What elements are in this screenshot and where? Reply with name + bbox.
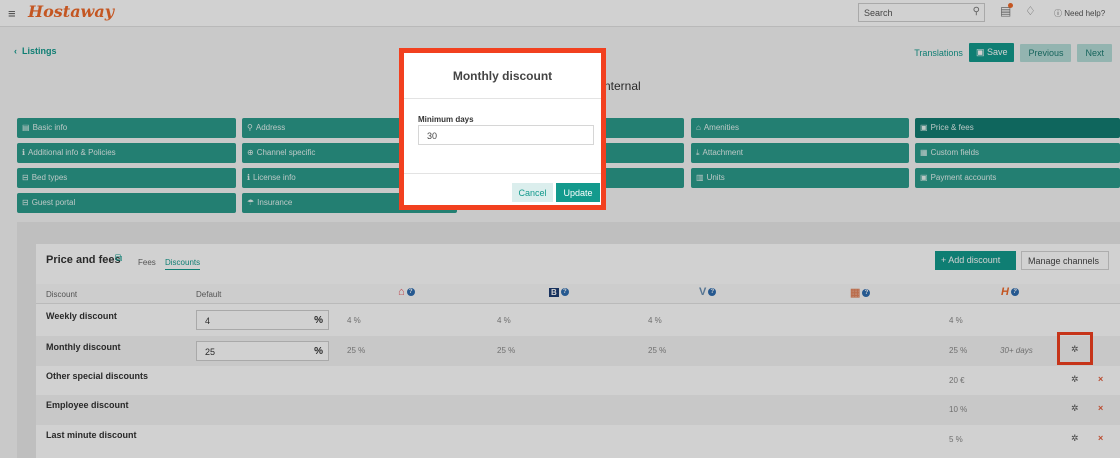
minimum-days-label: Minimum days xyxy=(418,115,474,124)
cancel-button[interactable]: Cancel xyxy=(512,183,553,202)
modal-title: Monthly discount xyxy=(452,69,553,83)
divider xyxy=(404,98,601,99)
monthly-discount-modal: Monthly discount Minimum days 30 Cancel … xyxy=(399,48,606,210)
minimum-days-input[interactable]: 30 xyxy=(418,125,594,145)
divider xyxy=(404,173,601,174)
update-button[interactable]: Update xyxy=(556,183,600,202)
